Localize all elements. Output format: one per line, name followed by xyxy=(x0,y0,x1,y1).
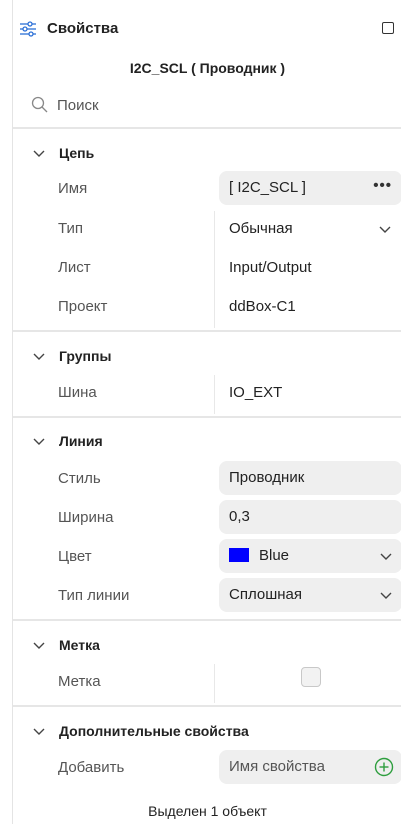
section-circuit-header[interactable]: Цепь xyxy=(33,142,94,164)
property-row-name: Имя [ I2C_SCL ] ••• xyxy=(13,171,401,207)
more-options-button[interactable]: ••• xyxy=(373,177,392,194)
chevron-down-icon xyxy=(33,150,45,157)
search-input[interactable] xyxy=(57,95,377,115)
chevron-down-icon xyxy=(380,592,392,599)
search-icon xyxy=(31,96,48,113)
property-label: Лист xyxy=(58,259,91,276)
type-dropdown-value[interactable]: Обычная xyxy=(229,220,293,237)
line-type-value: Сплошная xyxy=(229,586,303,603)
property-label: Стиль xyxy=(58,470,101,487)
property-row-style: Стиль Проводник xyxy=(13,461,401,497)
section-groups-header[interactable]: Группы xyxy=(33,345,111,367)
panel-header: Свойства xyxy=(13,12,401,46)
property-label: Тип xyxy=(58,220,84,237)
divider xyxy=(13,127,401,129)
panel-title: Свойства xyxy=(47,20,119,37)
column-divider xyxy=(214,375,215,414)
chevron-down-icon[interactable] xyxy=(379,223,391,235)
selection-status: Выделен 1 объект xyxy=(148,803,267,819)
section-title: Линия xyxy=(59,433,103,449)
property-label: Проект xyxy=(58,298,108,315)
column-divider xyxy=(214,289,215,328)
section-mark-header[interactable]: Метка xyxy=(33,634,100,656)
color-swatch xyxy=(229,548,249,562)
section-title: Дополнительные свойства xyxy=(59,723,249,739)
properties-panel: Свойства I2C_SCL ( Проводник ) Цепь Имя … xyxy=(12,0,401,824)
mark-checkbox[interactable] xyxy=(301,667,321,687)
section-title: Метка xyxy=(59,637,100,653)
bus-value: IO_EXT xyxy=(229,384,283,401)
name-field[interactable]: [ I2C_SCL ] ••• xyxy=(219,171,401,205)
property-label: Ширина xyxy=(58,509,114,526)
section-line-header[interactable]: Линия xyxy=(33,430,103,452)
section-title: Цепь xyxy=(59,145,95,161)
color-dropdown[interactable]: Blue xyxy=(219,539,401,573)
maximize-button[interactable] xyxy=(382,22,394,34)
divider xyxy=(13,416,401,418)
property-label: Имя xyxy=(58,180,88,197)
selected-object-title: I2C_SCL ( Проводник ) xyxy=(129,60,286,76)
property-label: Тип линии xyxy=(58,587,130,604)
property-name-placeholder: Имя свойства xyxy=(229,758,325,775)
sliders-icon xyxy=(20,21,36,37)
sheet-value: Input/Output xyxy=(229,259,312,276)
column-divider xyxy=(214,250,215,289)
style-field[interactable]: Проводник xyxy=(219,461,401,495)
line-type-dropdown[interactable]: Сплошная xyxy=(219,578,401,612)
property-row-mark: Метка xyxy=(13,664,401,703)
add-circle-icon[interactable] xyxy=(374,757,394,777)
property-row-add: Добавить Имя свойства xyxy=(13,750,401,786)
property-row-bus: Шина IO_EXT xyxy=(13,375,401,414)
divider xyxy=(13,705,401,707)
chevron-down-icon xyxy=(380,553,392,560)
chevron-down-icon xyxy=(33,728,45,735)
section-extra-header[interactable]: Дополнительные свойства xyxy=(33,720,249,742)
color-value: Blue xyxy=(259,547,290,564)
property-label: Шина xyxy=(58,384,97,401)
property-row-sheet: Лист Input/Output xyxy=(13,250,401,289)
property-label: Цвет xyxy=(58,548,92,565)
divider xyxy=(13,619,401,621)
column-divider xyxy=(214,211,215,250)
chevron-down-icon xyxy=(33,642,45,649)
chevron-down-icon xyxy=(33,438,45,445)
search-bar xyxy=(31,95,391,117)
property-row-project: Проект ddBox-C1 xyxy=(13,289,401,328)
chevron-down-icon xyxy=(33,353,45,360)
section-title: Группы xyxy=(59,348,112,364)
name-value: [ I2C_SCL ] xyxy=(229,179,306,196)
property-row-type: Тип Обычная xyxy=(13,211,401,250)
property-name-input[interactable]: Имя свойства xyxy=(219,750,401,784)
width-value: 0,3 xyxy=(229,508,250,525)
property-label: Добавить xyxy=(58,759,125,776)
property-row-color: Цвет Blue xyxy=(13,539,401,575)
property-row-line-type: Тип линии Сплошная xyxy=(13,578,401,614)
width-field[interactable]: 0,3 xyxy=(219,500,401,534)
project-value: ddBox-C1 xyxy=(229,298,296,315)
column-divider xyxy=(214,664,215,703)
style-value: Проводник xyxy=(229,469,305,486)
divider xyxy=(13,330,401,332)
property-label: Метка xyxy=(58,673,101,690)
property-row-width: Ширина 0,3 xyxy=(13,500,401,536)
